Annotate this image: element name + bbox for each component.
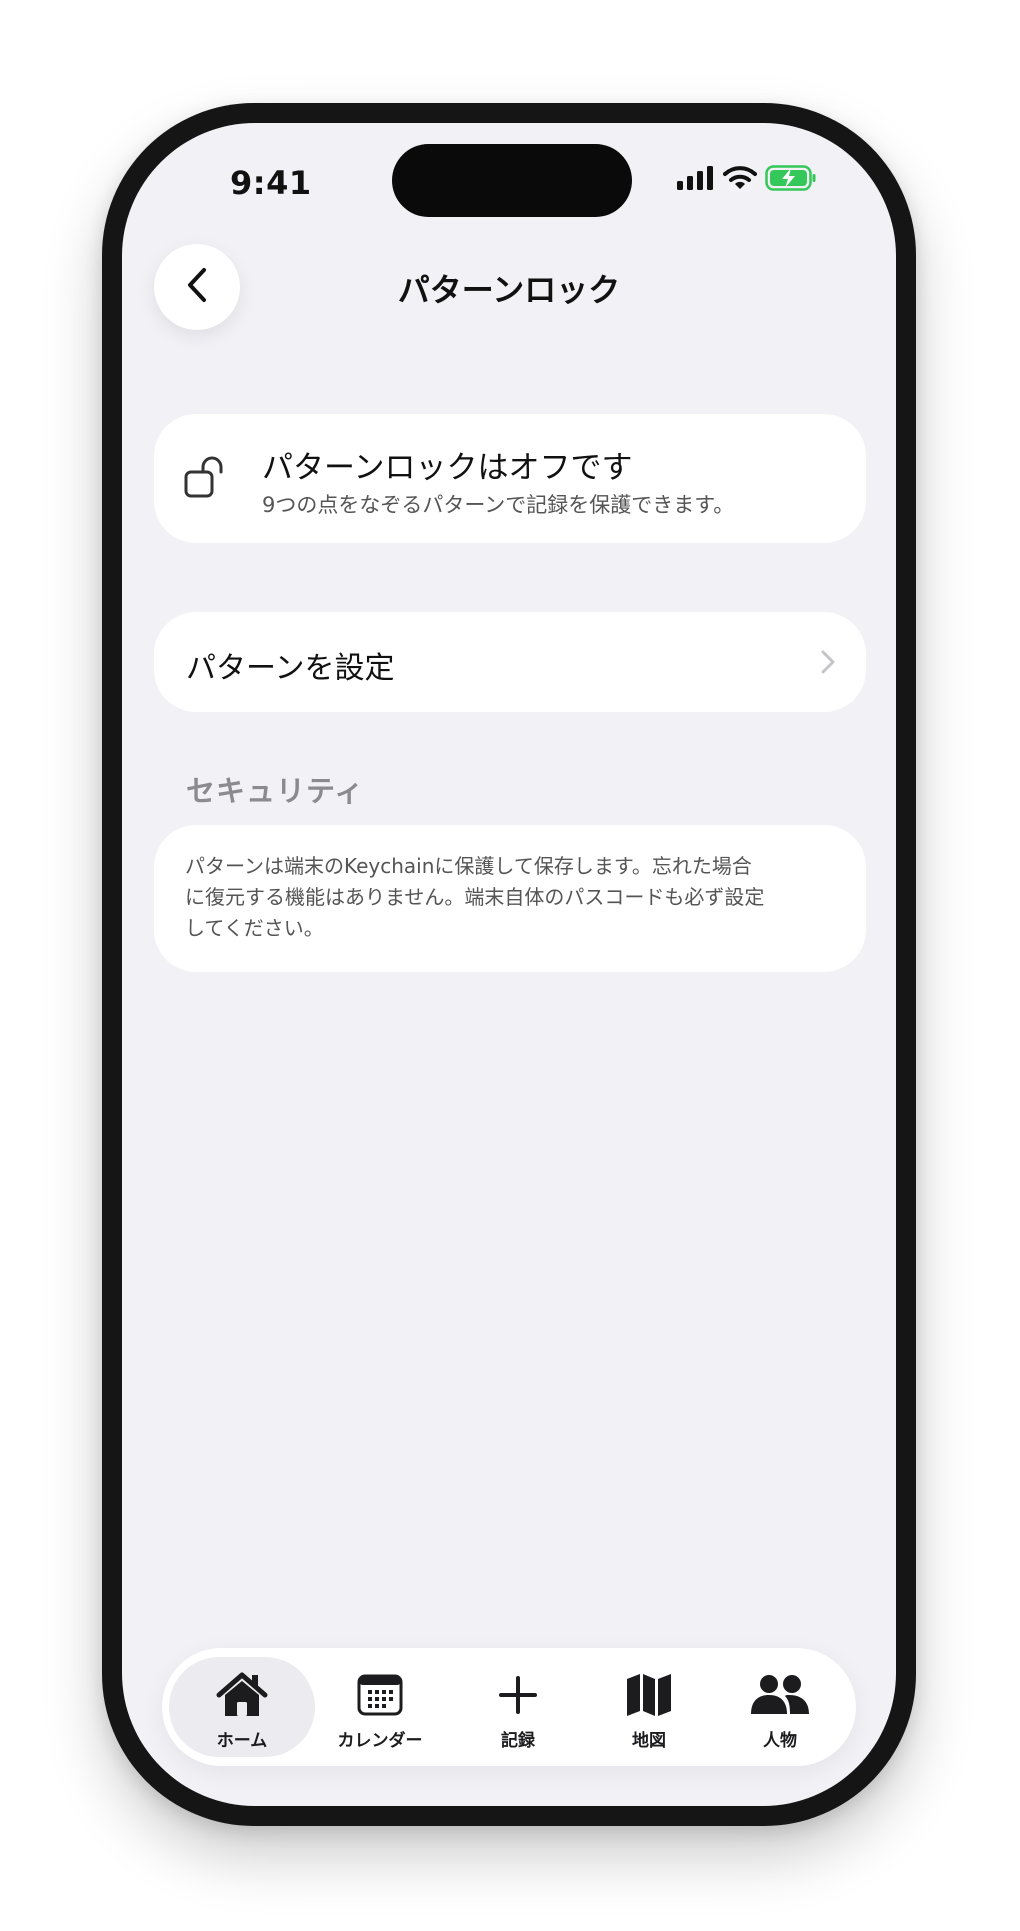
lock-status-description: 9つの点をなぞるパターンで記録を保護できます。 [262,493,735,517]
map-icon [625,1670,673,1720]
calendar-icon [357,1670,403,1720]
tab-home[interactable]: ホーム [169,1657,315,1757]
tab-calendar[interactable]: カレンダー [307,1657,453,1757]
house-icon [216,1670,268,1720]
tab-map[interactable]: 地図 [576,1657,722,1757]
lock-status-title: パターンロックはオフです [262,450,633,486]
page-title: パターンロック [397,271,621,309]
security-section-header: セキュリティ [186,774,365,808]
tab-label-map: 地図 [632,1731,666,1751]
security-note-line: パターンは端末のKeychainに保護して保存します。忘れた場合 [185,854,752,878]
security-note-text: パターンは端末のKeychainに保護して保存します。忘れた場合 に復元する機能… [185,851,845,944]
chevron-right-icon [820,649,836,679]
dynamic-island [392,144,632,217]
pattern-lock-status-card: パターンロックはオフです 9つの点をなぞるパターンで記録を保護できます。 [154,414,866,543]
tab-bar: ホーム カレンダー 記録 地図 人物 [162,1648,856,1766]
screen: 9:41 パターンロック パターンロックはオフです 9つの点をなぞるパターンで記… [122,123,896,1806]
wifi-icon [723,165,757,195]
status-time: 9:41 [230,164,312,202]
security-note-line: に復元する機能はありません。端末自体のパスコードも必ず設定 [185,885,765,909]
set-pattern-row[interactable]: パターンを設定 [154,612,866,712]
plus-icon [497,1670,539,1720]
tab-label-record: 記録 [501,1731,535,1751]
tab-record[interactable]: 記録 [445,1657,591,1757]
security-note-line: してください。 [185,916,324,940]
unlocked-lock-icon [184,456,230,504]
tab-label-home: ホーム [216,1731,268,1751]
tab-people[interactable]: 人物 [707,1657,853,1757]
tab-label-people: 人物 [763,1731,797,1751]
security-note-card: パターンは端末のKeychainに保護して保存します。忘れた場合 に復元する機能… [154,825,866,972]
cellular-signal-icon [677,166,715,194]
people-icon [749,1670,811,1720]
phone-frame: 9:41 パターンロック パターンロックはオフです 9つの点をなぞるパターンで記… [102,103,916,1826]
status-icons [677,165,817,195]
set-pattern-label: パターンを設定 [186,651,395,686]
battery-charging-icon [765,165,817,195]
tab-label-calendar: カレンダー [337,1731,423,1751]
